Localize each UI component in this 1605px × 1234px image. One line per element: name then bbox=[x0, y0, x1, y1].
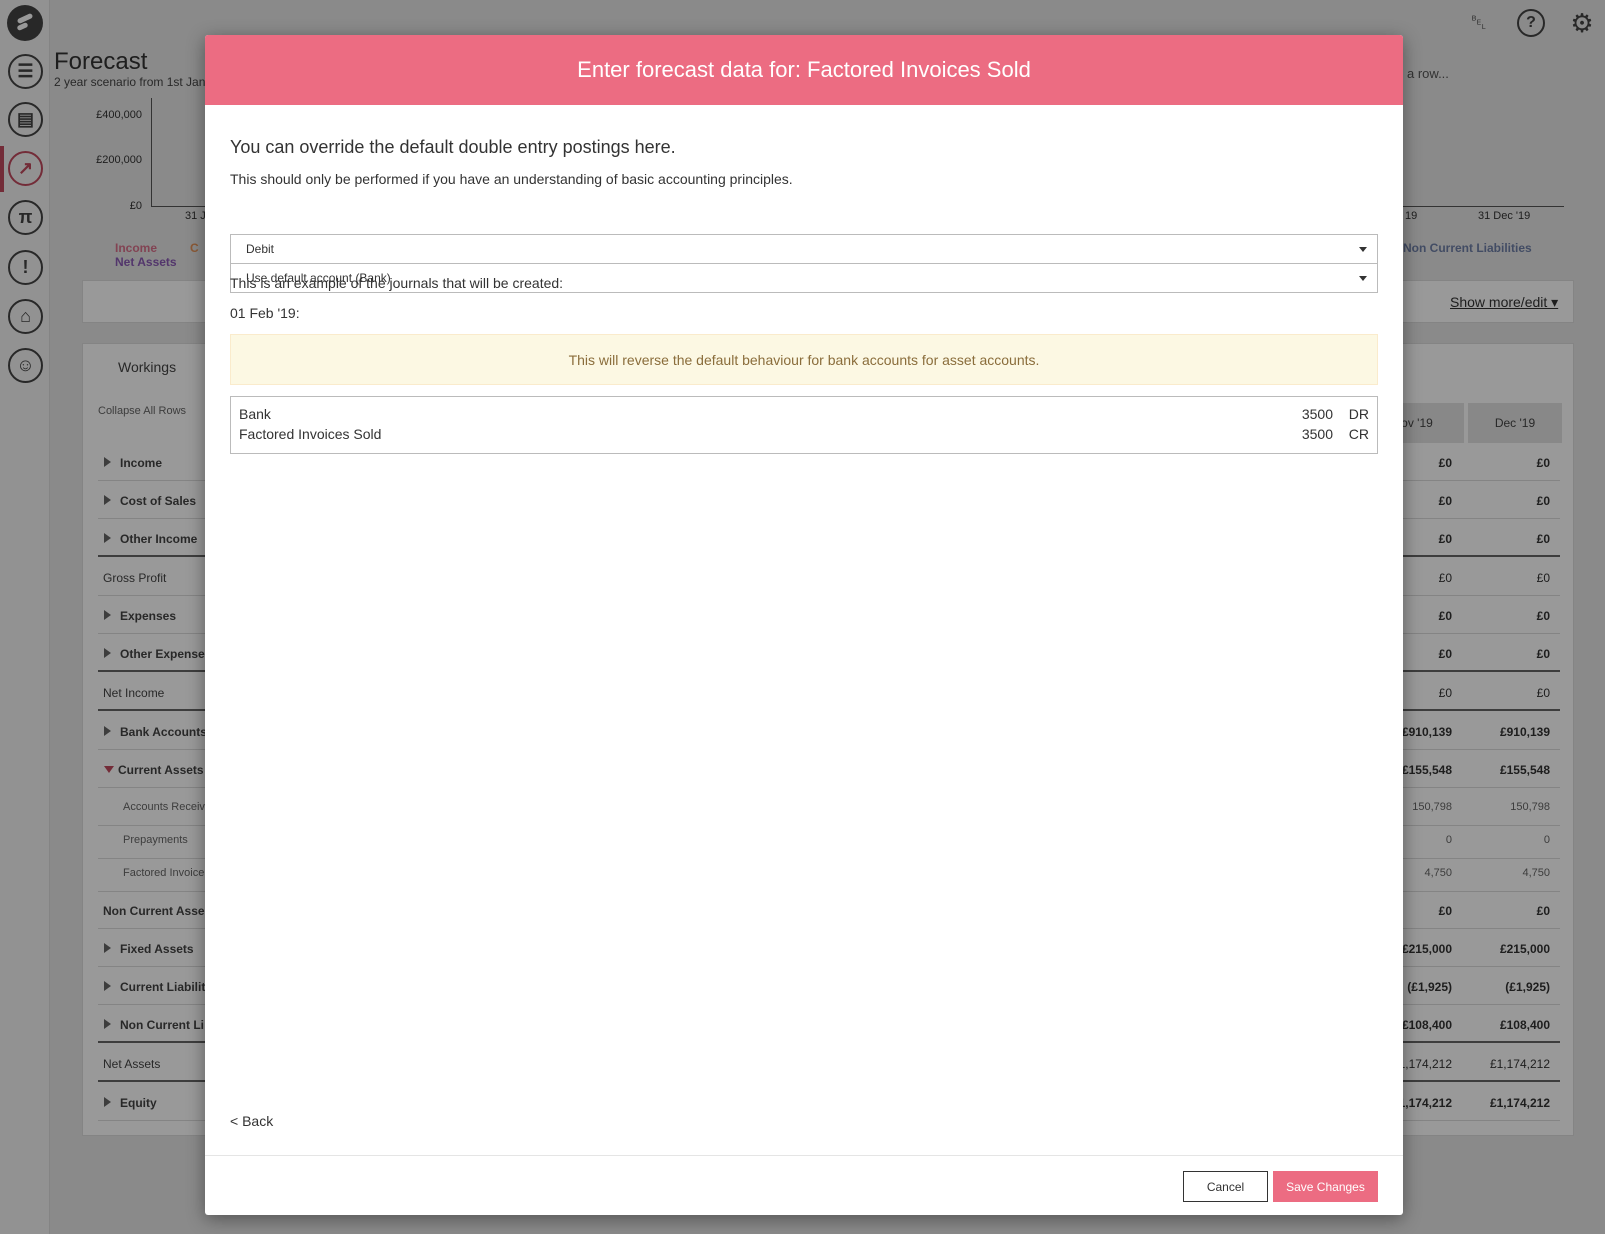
journal-amount: 3500 bbox=[1301, 426, 1333, 442]
journal-amount: 3500 bbox=[1301, 406, 1333, 422]
journal-account: Bank bbox=[239, 406, 271, 422]
back-link[interactable]: < Back bbox=[230, 1113, 273, 1129]
chevron-down-icon bbox=[1359, 247, 1367, 252]
chevron-down-icon bbox=[1359, 276, 1367, 281]
modal-title: Enter forecast data for: Factored Invoic… bbox=[205, 35, 1403, 105]
forecast-data-modal: Enter forecast data for: Factored Invoic… bbox=[205, 35, 1403, 1215]
entry-type-value: Debit bbox=[246, 242, 275, 256]
journal-example-label: This is an example of the journals that … bbox=[230, 275, 564, 291]
journal-date: 01 Feb '19: bbox=[230, 305, 300, 321]
save-changes-button[interactable]: Save Changes bbox=[1273, 1171, 1378, 1202]
override-note: This should only be performed if you hav… bbox=[230, 171, 793, 187]
journal-side: DR bbox=[1348, 406, 1369, 422]
cancel-button[interactable]: Cancel bbox=[1183, 1171, 1268, 1202]
entry-type-select[interactable]: Debit bbox=[230, 234, 1378, 264]
journal-line: Bank 3500 DR bbox=[239, 406, 1369, 426]
modal-footer: Cancel Save Changes bbox=[205, 1155, 1403, 1215]
journal-side: CR bbox=[1348, 426, 1369, 442]
override-heading: You can override the default double entr… bbox=[230, 137, 676, 157]
journal-preview: Bank 3500 DR Factored Invoices Sold 3500… bbox=[230, 396, 1378, 454]
journal-line: Factored Invoices Sold 3500 CR bbox=[239, 426, 1369, 446]
warning-alert: This will reverse the default behaviour … bbox=[230, 334, 1378, 385]
journal-account: Factored Invoices Sold bbox=[239, 426, 382, 442]
